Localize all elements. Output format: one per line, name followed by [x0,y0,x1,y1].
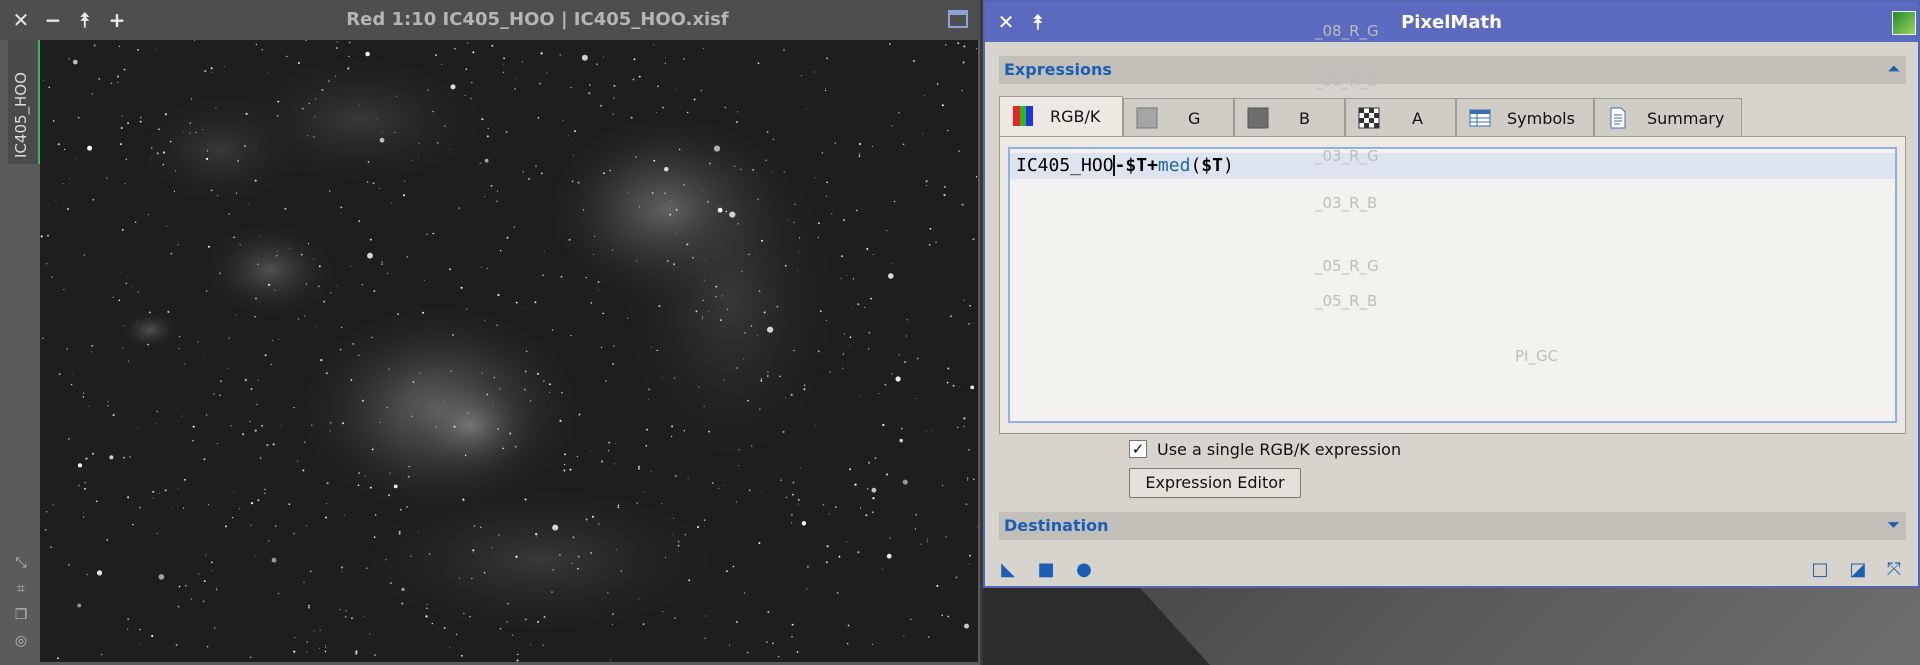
expression-editor[interactable]: IC405_HOO-$T+med($T) [1008,147,1897,423]
expr-paren: ) [1222,155,1234,176]
pixelmath-title: PixelMath [1401,12,1502,33]
expressions-section-label: Expressions [1004,60,1112,79]
ghost-icon-label: _05_R_G [1315,257,1379,275]
tab-label: RGB/K [1050,107,1101,126]
expr-image-id: IC405_HOO [1016,155,1114,176]
clone-icon[interactable]: ❐ [12,606,30,624]
expr-operator: + [1147,155,1158,176]
image-canvas[interactable] [40,40,978,662]
pixelmath-titlebar[interactable]: ✕ ⯭ PixelMath [985,2,1918,42]
single-expression-checkbox[interactable]: ✓ [1129,440,1147,458]
expr-symbol: $T [1125,155,1148,176]
ghost-icon-label: _08_R_G [1315,22,1379,40]
tab-symbols[interactable]: Symbols [1456,98,1594,136]
expr-operator: - [1114,155,1126,176]
shade-icon[interactable]: ⯭ [74,8,96,32]
apply-icon[interactable]: ● [1073,558,1095,580]
tab-summary[interactable]: Summary [1594,98,1742,136]
edit-instance-icon[interactable]: ◪ [1847,558,1869,580]
expr-paren: ( [1190,155,1202,176]
new-instance-icon[interactable]: ◣ [997,558,1019,580]
tab-g[interactable]: G [1123,98,1234,136]
gray-swatch-icon [1136,107,1158,129]
view-tab-label: IC405_HOO [12,72,30,158]
tab-a[interactable]: A [1345,98,1456,136]
document-icon [1610,107,1626,129]
ghost-icon-label: _03_R_B [1315,194,1378,212]
tab-label: Symbols [1507,109,1575,128]
alpha-checker-icon [1358,107,1380,129]
image-window-titlebar[interactable]: ✕ − ⯭ + Red 1:10 IC405_HOO | IC405_HOO.x… [0,0,980,40]
window-title: Red 1:10 IC405_HOO | IC405_HOO.xisf [346,9,729,30]
single-expression-label: Use a single RGB/K expression [1157,440,1402,459]
rgb-channels-icon [1013,106,1033,126]
expressions-section-header[interactable]: Expressions ⏶ [999,56,1906,84]
expression-panel: IC405_HOO-$T+med($T) [999,136,1906,434]
dark-swatch-icon [1247,107,1269,129]
minimize-icon[interactable]: − [42,8,64,32]
tab-label: A [1412,109,1423,128]
collapse-icon[interactable]: ⏶ [1887,59,1900,79]
table-icon [1469,109,1491,127]
expression-editor-button[interactable]: Expression Editor [1129,468,1301,498]
ghost-icon-label: _05_R_B [1315,292,1378,310]
browse-doc-icon[interactable]: □ [1809,558,1831,580]
ghost-icon-label: _03_R_G [1315,147,1379,165]
expr-function: med [1157,155,1191,176]
tab-label: G [1188,109,1201,128]
close-icon[interactable]: ✕ [10,8,32,32]
image-window[interactable]: ✕ − ⯭ + Red 1:10 IC405_HOO | IC405_HOO.x… [0,0,980,665]
crop-icon[interactable]: ⌗ [12,580,30,598]
destination-section-label: Destination [1004,516,1109,535]
apply-global-icon[interactable]: ■ [1035,558,1057,580]
tab-rgbk[interactable]: RGB/K [999,96,1123,136]
zoom-arrow-icon[interactable]: ⤡ [12,554,30,572]
maximize-plus-icon[interactable]: + [106,8,128,32]
pixelmath-window[interactable]: ✕ ⯭ PixelMath Expressions ⏶ RGB/K G B A [983,0,1920,588]
expression-text[interactable]: IC405_HOO-$T+med($T) [1016,155,1234,176]
desktop-background-shape [1140,588,1920,665]
expr-symbol: $T [1201,155,1223,176]
view-tab[interactable]: IC405_HOO [8,40,41,164]
tab-label: Summary [1647,109,1725,128]
ghost-icon-label: PI_GC [1515,347,1559,365]
nebula-image [40,40,978,662]
ghost-icon-label: _08_R_B [1315,72,1378,90]
pixelmath-app-icon [1892,11,1916,35]
expand-icon[interactable]: ⏷ [1887,515,1900,535]
reset-icon[interactable]: ⤧ [1883,558,1905,580]
tab-b[interactable]: B [1234,98,1345,136]
destination-section-header[interactable]: Destination ⏷ [999,512,1906,540]
target-icon[interactable]: ◎ [12,632,30,650]
tab-label: B [1299,109,1310,128]
maximize-window-icon[interactable] [948,10,968,28]
